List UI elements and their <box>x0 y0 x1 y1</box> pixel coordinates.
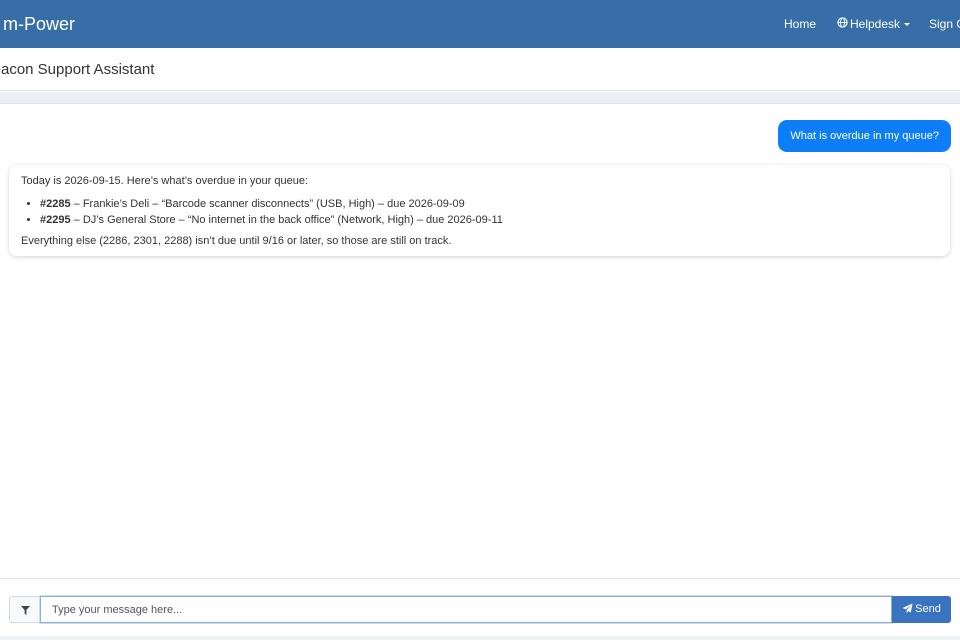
assistant-message-card: Today is 2026-09-15. Here’s what’s overd… <box>9 165 950 256</box>
header-divider <box>0 92 960 104</box>
send-button[interactable]: Send <box>892 596 951 623</box>
globe-icon <box>837 0 848 48</box>
overdue-ticket-item: #2285 – Frankie’s Deli – “Barcode scanne… <box>40 196 938 212</box>
ticket-id: #2295 <box>40 214 71 226</box>
message-composer: Send <box>0 578 960 640</box>
message-input[interactable] <box>40 596 892 623</box>
footer-strip <box>0 636 960 640</box>
nav-helpdesk-dropdown[interactable]: Helpdesk <box>837 0 911 48</box>
assistant-outro-text: Everything else (2286, 2301, 2288) isn’t… <box>21 235 452 247</box>
assistant-intro-text: Today is 2026-09-15. Here’s what’s overd… <box>21 175 308 187</box>
user-message-bubble: What is overdue in my queue? <box>778 120 951 152</box>
nav-links: Home Helpdesk Sign Out <box>784 0 960 48</box>
ticket-details: – Frankie’s Deli – “Barcode scanner disc… <box>70 198 465 210</box>
page-header: Beacon Support Assistant <box>0 48 960 91</box>
overdue-ticket-list: #2285 – Frankie’s Deli – “Barcode scanne… <box>21 196 938 228</box>
chat-area: What is overdue in my queue? Today is 20… <box>0 104 960 578</box>
ticket-details: – DJ’s General Store – “No internet in t… <box>70 214 503 226</box>
nav-signout-link[interactable]: Sign Out <box>929 0 960 48</box>
paper-plane-icon <box>902 603 913 614</box>
caret-down-icon <box>904 23 911 27</box>
brand-logo[interactable]: m-Power <box>3 0 75 48</box>
send-button-label: Send <box>915 603 941 615</box>
top-navbar: m-Power Home Helpdesk Sign Out <box>0 0 960 48</box>
page-title: Beacon Support Assistant <box>0 61 155 78</box>
nav-home-link[interactable]: Home <box>784 0 816 48</box>
overdue-ticket-item: #2295 – DJ’s General Store – “No interne… <box>40 212 938 228</box>
ticket-id: #2285 <box>40 198 71 210</box>
filter-icon <box>21 606 30 615</box>
nav-helpdesk-label: Helpdesk <box>850 17 901 31</box>
filter-button[interactable] <box>9 596 40 623</box>
